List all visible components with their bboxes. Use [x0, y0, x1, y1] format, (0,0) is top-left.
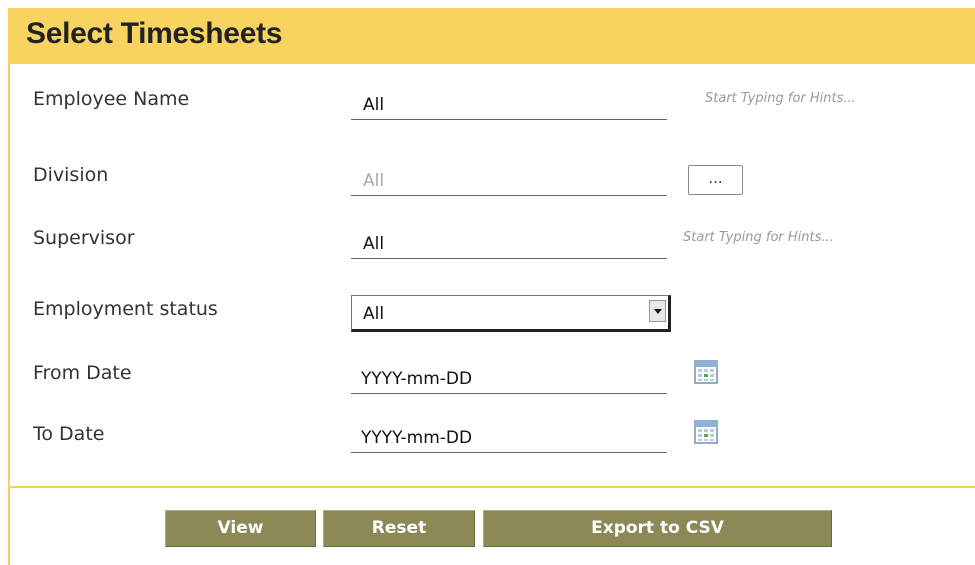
reset-button[interactable]: Reset — [323, 510, 475, 547]
to-date-label: To Date — [33, 423, 105, 445]
form-divider — [10, 486, 975, 488]
calendar-icon[interactable] — [694, 360, 718, 384]
supervisor-label: Supervisor — [33, 227, 135, 249]
employment-status-select[interactable]: All — [351, 295, 671, 332]
from-date-label: From Date — [33, 362, 132, 384]
division-input: All — [351, 164, 667, 196]
supervisor-input[interactable]: All — [351, 227, 667, 259]
export-csv-button[interactable]: Export to CSV — [483, 510, 832, 547]
supervisor-hint: Start Typing for Hints... — [683, 230, 834, 245]
employee-name-hint: Start Typing for Hints... — [705, 91, 856, 106]
view-button[interactable]: View — [165, 510, 316, 547]
employment-status-label: Employment status — [33, 298, 218, 320]
employee-name-input[interactable]: All — [351, 88, 667, 120]
page-title: Select Timesheets — [26, 17, 283, 50]
chevron-down-icon[interactable] — [649, 300, 666, 322]
employee-name-label: Employee Name — [33, 88, 190, 110]
division-label: Division — [33, 164, 109, 186]
division-browse-button[interactable]: ... — [688, 165, 743, 195]
employment-status-value: All — [363, 304, 385, 324]
calendar-icon[interactable] — [694, 420, 718, 444]
panel-header: Select Timesheets — [8, 8, 975, 64]
from-date-input[interactable]: YYYY-mm-DD — [351, 362, 667, 394]
to-date-input[interactable]: YYYY-mm-DD — [351, 421, 667, 453]
